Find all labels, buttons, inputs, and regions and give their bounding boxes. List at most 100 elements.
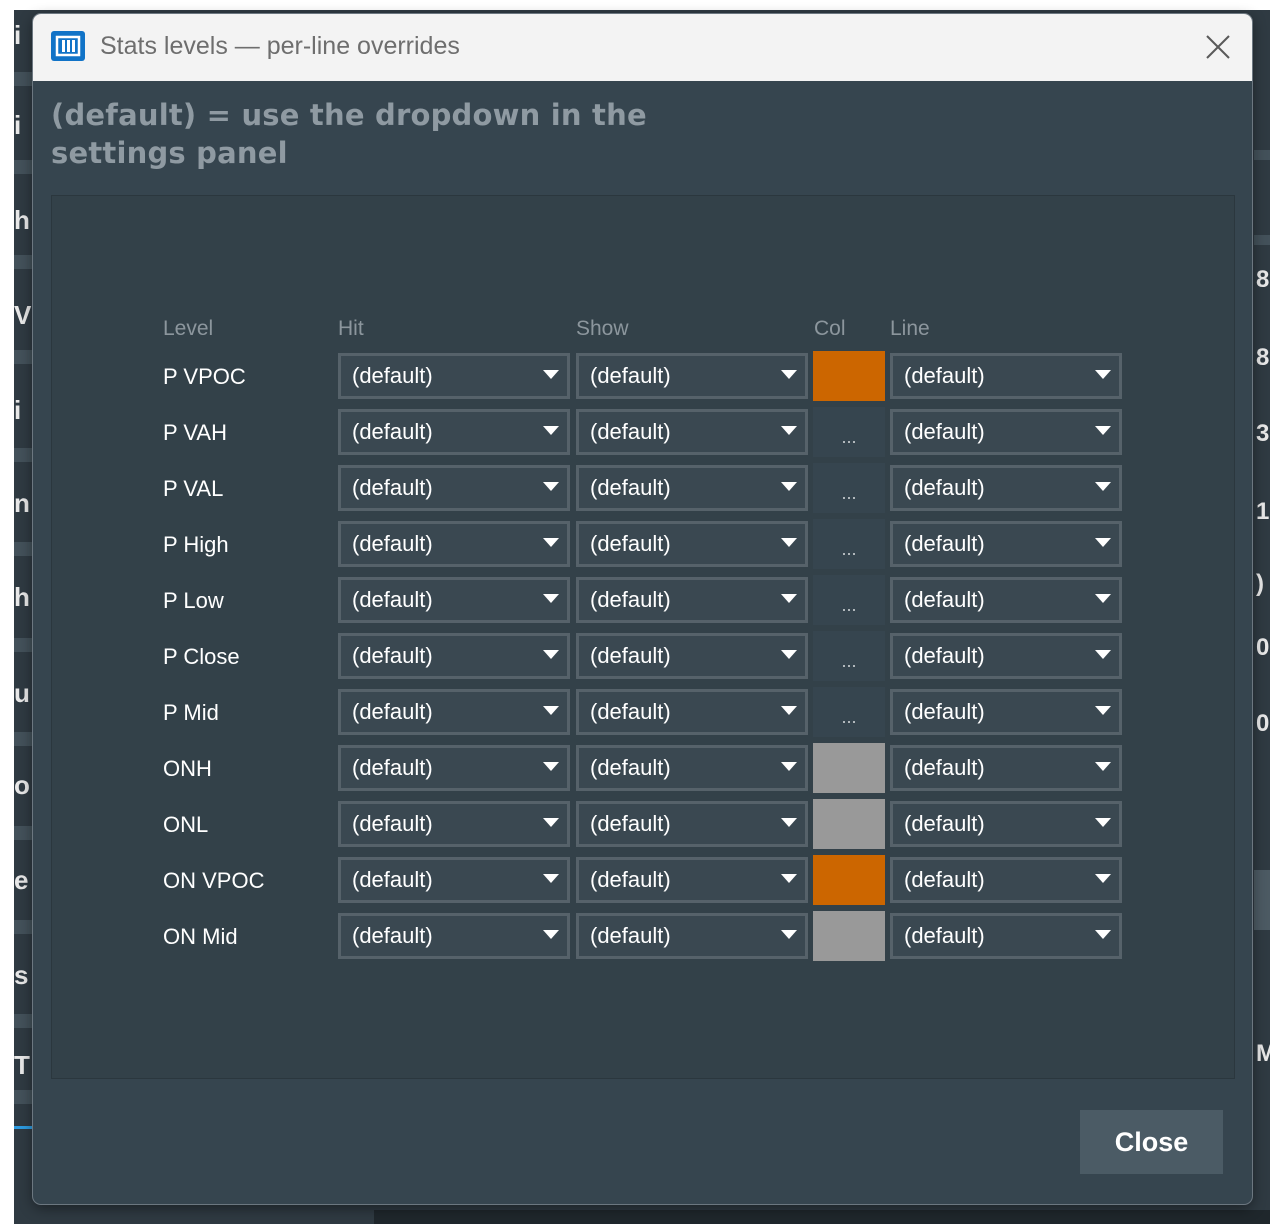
hit-dropdown-value: (default) [352, 755, 433, 780]
color-swatch-button[interactable] [813, 743, 885, 793]
header-level: Level [163, 317, 214, 340]
line-dropdown[interactable]: (default) [890, 633, 1122, 679]
line-dropdown[interactable]: (default) [890, 913, 1122, 959]
level-label: P VAL [163, 476, 224, 501]
close-icon[interactable] [1201, 30, 1235, 64]
hit-dropdown[interactable]: (default) [338, 745, 570, 791]
chevron-down-icon [781, 818, 797, 827]
hit-dropdown-value: (default) [352, 867, 433, 892]
line-dropdown-value: (default) [904, 475, 985, 500]
chevron-down-icon [543, 762, 559, 771]
hit-dropdown[interactable]: (default) [338, 689, 570, 735]
show-dropdown-value: (default) [590, 699, 671, 724]
line-dropdown[interactable]: (default) [890, 801, 1122, 847]
hit-dropdown[interactable]: (default) [338, 577, 570, 623]
color-swatch-button[interactable]: ... [813, 575, 885, 625]
chevron-down-icon [543, 370, 559, 379]
hit-dropdown-value: (default) [352, 699, 433, 724]
show-dropdown[interactable]: (default) [576, 633, 808, 679]
line-dropdown-value: (default) [904, 363, 985, 388]
hit-dropdown[interactable]: (default) [338, 465, 570, 511]
default-hint-text: (default) = use the dropdown in the sett… [51, 98, 647, 170]
show-dropdown[interactable]: (default) [576, 913, 808, 959]
show-dropdown[interactable]: (default) [576, 521, 808, 567]
color-swatch-button[interactable]: ... [813, 463, 885, 513]
show-dropdown[interactable]: (default) [576, 689, 808, 735]
hit-dropdown-value: (default) [352, 475, 433, 500]
color-swatch-button[interactable]: ... [813, 407, 885, 457]
line-dropdown-value: (default) [904, 531, 985, 556]
show-dropdown-value: (default) [590, 755, 671, 780]
show-dropdown[interactable]: (default) [576, 353, 808, 399]
line-dropdown[interactable]: (default) [890, 409, 1122, 455]
line-dropdown[interactable]: (default) [890, 857, 1122, 903]
color-swatch-button[interactable]: ... [813, 519, 885, 569]
line-dropdown-value: (default) [904, 699, 985, 724]
color-swatch-button[interactable] [813, 799, 885, 849]
line-dropdown[interactable]: (default) [890, 521, 1122, 567]
color-swatch-button[interactable] [813, 855, 885, 905]
show-dropdown-value: (default) [590, 923, 671, 948]
chevron-down-icon [781, 930, 797, 939]
dialog-title: Stats levels — per-line overrides [100, 32, 460, 60]
show-dropdown[interactable]: (default) [576, 409, 808, 455]
chevron-down-icon [543, 874, 559, 883]
chevron-down-icon [543, 594, 559, 603]
line-dropdown-value: (default) [904, 587, 985, 612]
show-dropdown[interactable]: (default) [576, 857, 808, 903]
show-dropdown[interactable]: (default) [576, 577, 808, 623]
chevron-down-icon [1095, 706, 1111, 715]
line-dropdown[interactable]: (default) [890, 353, 1122, 399]
show-dropdown[interactable]: (default) [576, 465, 808, 511]
level-label: P High [163, 532, 229, 557]
color-swatch-button[interactable]: ... [813, 687, 885, 737]
chevron-down-icon [781, 370, 797, 379]
show-dropdown-value: (default) [590, 531, 671, 556]
hit-dropdown-value: (default) [352, 531, 433, 556]
chevron-down-icon [543, 426, 559, 435]
level-label: P VPOC [163, 364, 246, 389]
show-dropdown-value: (default) [590, 867, 671, 892]
hit-dropdown-value: (default) [352, 811, 433, 836]
color-picker-ellipsis: ... [841, 427, 857, 447]
hit-dropdown-value: (default) [352, 923, 433, 948]
line-dropdown[interactable]: (default) [890, 745, 1122, 791]
color-picker-ellipsis: ... [841, 595, 857, 615]
line-dropdown[interactable]: (default) [890, 689, 1122, 735]
level-label: P Low [163, 588, 224, 613]
chevron-down-icon [781, 874, 797, 883]
show-dropdown-value: (default) [590, 587, 671, 612]
hit-dropdown[interactable]: (default) [338, 353, 570, 399]
level-label: P VAH [163, 420, 227, 445]
level-label: ONL [163, 812, 209, 837]
hit-dropdown[interactable]: (default) [338, 913, 570, 959]
hit-dropdown-value: (default) [352, 587, 433, 612]
hit-dropdown[interactable]: (default) [338, 409, 570, 455]
chevron-down-icon [781, 538, 797, 547]
chevron-down-icon [781, 762, 797, 771]
line-dropdown[interactable]: (default) [890, 577, 1122, 623]
color-swatch-button[interactable] [813, 911, 885, 961]
color-swatch-button[interactable]: ... [813, 631, 885, 681]
header-show: Show [576, 317, 629, 340]
line-dropdown[interactable]: (default) [890, 465, 1122, 511]
close-button[interactable]: Close [1080, 1110, 1223, 1174]
show-dropdown-value: (default) [590, 643, 671, 668]
show-dropdown-value: (default) [590, 363, 671, 388]
hit-dropdown[interactable]: (default) [338, 857, 570, 903]
chevron-down-icon [543, 650, 559, 659]
show-dropdown[interactable]: (default) [576, 801, 808, 847]
line-dropdown-value: (default) [904, 811, 985, 836]
chevron-down-icon [1095, 594, 1111, 603]
level-label: ON VPOC [163, 868, 265, 893]
hit-dropdown[interactable]: (default) [338, 633, 570, 679]
chevron-down-icon [543, 706, 559, 715]
color-swatch-button[interactable] [813, 351, 885, 401]
show-dropdown[interactable]: (default) [576, 745, 808, 791]
stats-levels-dialog: Stats levels — per-line overrides (defau… [33, 14, 1252, 1204]
hit-dropdown[interactable]: (default) [338, 521, 570, 567]
line-dropdown-value: (default) [904, 419, 985, 444]
line-dropdown-value: (default) [904, 923, 985, 948]
hit-dropdown[interactable]: (default) [338, 801, 570, 847]
color-picker-ellipsis: ... [841, 651, 857, 671]
